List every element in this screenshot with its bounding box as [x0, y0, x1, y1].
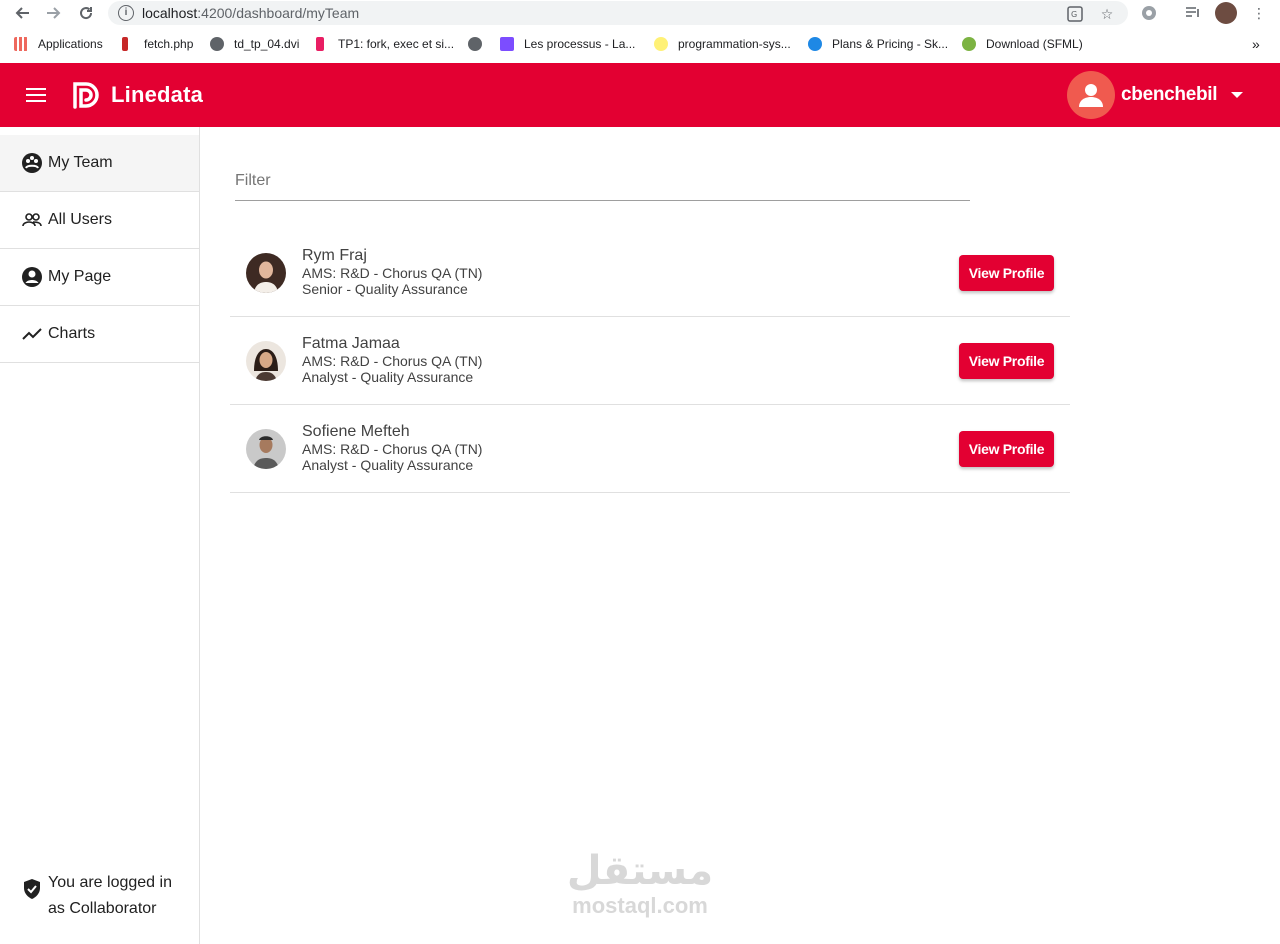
back-icon[interactable]: [12, 3, 32, 23]
account-icon: [21, 266, 43, 288]
filter-field[interactable]: [235, 164, 970, 201]
url-text: localhost:4200/dashboard/myTeam: [142, 5, 360, 21]
login-status: You are logged in as Collaborator: [20, 870, 195, 922]
team-icon: [21, 152, 43, 174]
svg-text:G: G: [1071, 10, 1077, 19]
bookmark-applications[interactable]: Applications: [14, 36, 103, 52]
site-icon: [962, 37, 976, 51]
user-menu[interactable]: cbenchebil: [1067, 71, 1244, 119]
info-icon[interactable]: i: [118, 5, 134, 21]
avatar: [246, 429, 286, 469]
linedata-logo-icon: [73, 82, 99, 109]
bookmark-sfml[interactable]: Download (SFML): [962, 36, 1083, 52]
watermark-latin: mostaql.com: [572, 893, 708, 918]
member-name: Rym Fraj: [302, 247, 367, 264]
brand-logo[interactable]: Linedata: [71, 79, 203, 111]
filter-input[interactable]: [235, 164, 970, 190]
extension-icon[interactable]: [1140, 4, 1158, 22]
view-profile-button[interactable]: View Profile: [959, 431, 1054, 467]
bookmark-globe[interactable]: [468, 36, 492, 52]
users-icon: [21, 209, 43, 231]
browser-toolbar: i localhost:4200/dashboard/myTeam G ☆ ⋮: [0, 0, 1280, 26]
list-item: Fatma Jamaa AMS: R&D - Chorus QA (TN) An…: [230, 317, 1070, 405]
translate-icon[interactable]: G: [1066, 5, 1084, 23]
team-list: Rym Fraj AMS: R&D - Chorus QA (TN) Senio…: [230, 229, 1070, 493]
member-name: Sofiene Mefteh: [302, 423, 410, 440]
bookmark-programmation[interactable]: programmation-sys...: [654, 36, 791, 52]
bookmark-tdtp[interactable]: td_tp_04.dvi: [210, 36, 299, 52]
file-icon: [122, 37, 128, 51]
member-role: Analyst - Quality Assurance: [302, 457, 474, 473]
reload-icon[interactable]: [76, 3, 96, 23]
user-avatar-icon: [1067, 71, 1115, 119]
more-icon[interactable]: ⋮: [1250, 4, 1268, 22]
bookmark-fetch[interactable]: fetch.php: [122, 36, 193, 52]
media-icon[interactable]: [1184, 4, 1202, 22]
profile-avatar[interactable]: [1215, 2, 1237, 24]
trend-icon: [21, 323, 43, 345]
address-bar[interactable]: i localhost:4200/dashboard/myTeam G ☆: [108, 1, 1128, 25]
sidebar: My Team All Users My Page Charts You are…: [0, 127, 200, 944]
list-item: Sofiene Mefteh AMS: R&D - Chorus QA (TN)…: [230, 405, 1070, 493]
file-icon: [316, 37, 324, 51]
member-department: AMS: R&D - Chorus QA (TN): [302, 441, 483, 457]
site-icon: [500, 37, 514, 51]
username: cbenchebil: [1121, 84, 1218, 105]
view-profile-button[interactable]: View Profile: [959, 343, 1054, 379]
bookmark-plans[interactable]: Plans & Pricing - Sk...: [808, 36, 948, 52]
forward-icon[interactable]: [44, 3, 64, 23]
sidebar-item-all-users[interactable]: All Users: [0, 192, 199, 249]
verified-shield-icon: [20, 877, 44, 901]
caret-down-icon: [1231, 92, 1244, 98]
member-department: AMS: R&D - Chorus QA (TN): [302, 265, 483, 281]
menu-icon[interactable]: [26, 88, 46, 102]
more-bookmarks[interactable]: »: [1252, 36, 1260, 52]
member-role: Senior - Quality Assurance: [302, 281, 468, 297]
avatar: [246, 341, 286, 381]
brand-name: Linedata: [111, 82, 204, 107]
view-profile-button[interactable]: View Profile: [959, 255, 1054, 291]
globe-icon: [210, 37, 224, 51]
sidebar-item-charts[interactable]: Charts: [0, 306, 199, 363]
member-role: Analyst - Quality Assurance: [302, 369, 474, 385]
star-icon[interactable]: ☆: [1098, 5, 1116, 23]
site-icon: [654, 37, 668, 51]
list-item: Rym Fraj AMS: R&D - Chorus QA (TN) Senio…: [230, 229, 1070, 317]
member-name: Fatma Jamaa: [302, 335, 400, 352]
app-header: Linedata cbenchebil: [0, 63, 1280, 127]
avatar: [246, 253, 286, 293]
watermark-arabic: مستقل: [566, 849, 714, 893]
bookmark-tp1[interactable]: TP1: fork, exec et si...: [316, 36, 454, 52]
status-line-2: as Collaborator: [48, 900, 157, 917]
member-department: AMS: R&D - Chorus QA (TN): [302, 353, 483, 369]
sidebar-item-my-page[interactable]: My Page: [0, 249, 199, 306]
globe-icon: [468, 37, 482, 51]
site-icon: [808, 37, 822, 51]
sidebar-item-my-team[interactable]: My Team: [0, 135, 199, 192]
status-line-1: You are logged in: [48, 874, 172, 891]
apps-grid-icon: [14, 37, 28, 51]
watermark: مستقل mostaql.com: [560, 848, 720, 918]
bookmarks-bar: Applications fetch.php td_tp_04.dvi TP1:…: [0, 30, 1280, 58]
bookmark-processus[interactable]: Les processus - La...: [500, 36, 635, 52]
